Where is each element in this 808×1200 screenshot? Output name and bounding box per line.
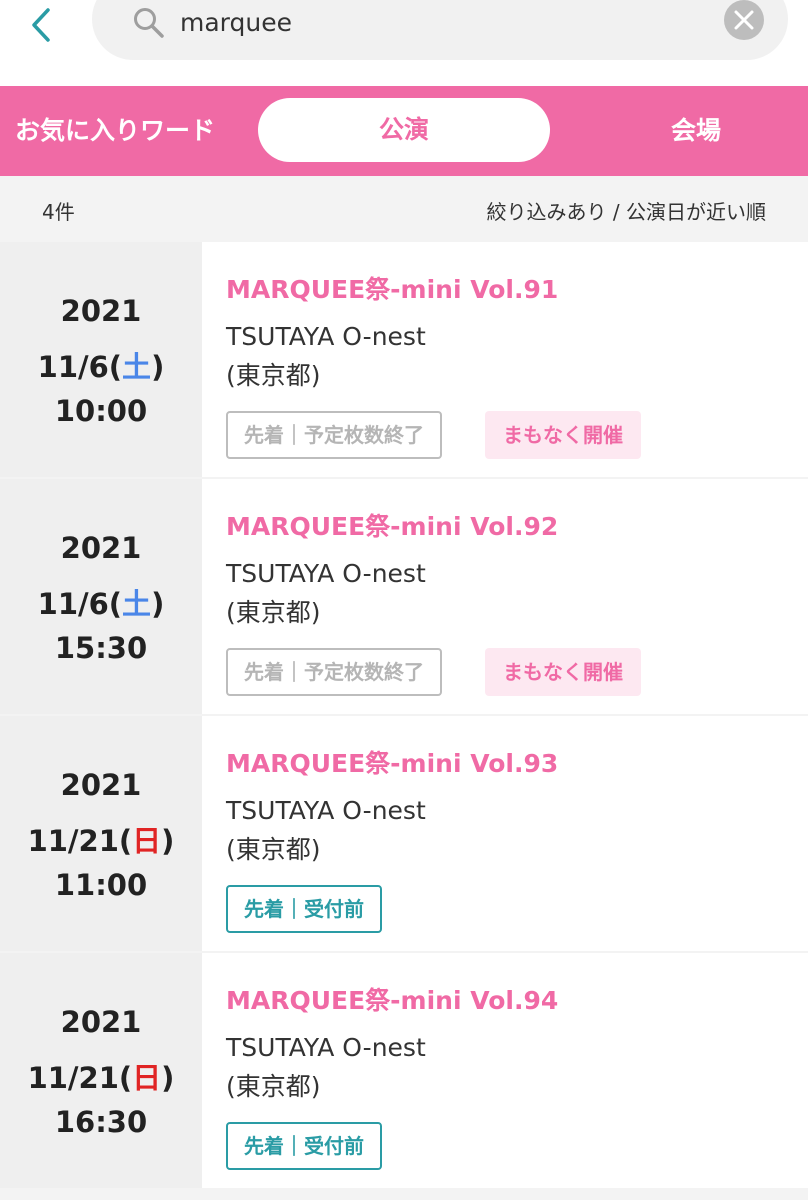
day-of-week-sunday: 日 <box>132 824 162 858</box>
event-date-suffix: ) <box>161 824 175 858</box>
chevron-left-icon <box>32 8 50 42</box>
day-of-week-saturday: 土 <box>122 587 152 621</box>
result-summary: 4件 絞り込みあり / 公演日が近い順 <box>0 176 808 242</box>
search-icon <box>134 8 164 38</box>
search-box[interactable] <box>92 0 788 60</box>
sale-status-badge: 先着｜予定枚数終了 <box>226 411 442 459</box>
event-day: 11/21(日) <box>0 1055 202 1097</box>
event-title[interactable]: MARQUEE祭-mini Vol.94 <box>226 981 558 1017</box>
event-day: 11/6(土) <box>0 581 202 623</box>
back-button[interactable] <box>22 2 62 46</box>
filter-sort-button[interactable]: 絞り込みあり / 公演日が近い順 <box>487 196 766 225</box>
event-list: 2021 11/6(土) 10:00 MARQUEE祭-mini Vol.91 … <box>0 242 808 1200</box>
event-title[interactable]: MARQUEE祭-mini Vol.91 <box>226 270 558 306</box>
event-row[interactable]: 2021 11/6(土) 15:30 MARQUEE祭-mini Vol.92 … <box>0 479 808 714</box>
event-date: 2021 11/21(日) 11:00 <box>0 716 202 951</box>
venue-prefecture: (東京都) <box>226 598 321 627</box>
event-day: 11/6(土) <box>0 344 202 386</box>
event-date: 2021 11/21(日) 16:30 <box>0 953 202 1188</box>
event-date: 2021 11/6(土) 15:30 <box>0 479 202 714</box>
venue-prefecture: (東京都) <box>226 835 321 864</box>
tab-bar: お気に入りワード 公演 会場 <box>0 86 808 176</box>
event-year: 2021 <box>60 531 142 565</box>
event-info: MARQUEE祭-mini Vol.91 TSUTAYA O-nest (東京都… <box>202 242 808 477</box>
event-day: 11/21(日) <box>0 818 202 860</box>
event-date: 2021 11/6(土) 10:00 <box>0 242 202 477</box>
event-time: 11:00 <box>54 868 148 902</box>
event-date-suffix: ) <box>161 1061 175 1095</box>
sale-status-badge: 先着｜受付前 <box>226 1122 382 1170</box>
event-date-suffix: ) <box>151 587 165 621</box>
venue-name: TSUTAYA O-nest <box>226 322 426 351</box>
venue-name: TSUTAYA O-nest <box>226 559 426 588</box>
search-header <box>0 0 808 86</box>
venue-prefecture: (東京都) <box>226 361 321 390</box>
event-date-suffix: ) <box>151 350 165 384</box>
venue-name: TSUTAYA O-nest <box>226 1033 426 1062</box>
event-info: MARQUEE祭-mini Vol.92 TSUTAYA O-nest (東京都… <box>202 479 808 714</box>
event-row[interactable]: 2021 11/6(土) 10:00 MARQUEE祭-mini Vol.91 … <box>0 242 808 477</box>
tab-venues[interactable]: 会場 <box>582 86 808 176</box>
event-row[interactable]: 2021 11/21(日) 11:00 MARQUEE祭-mini Vol.93… <box>0 716 808 951</box>
day-of-week-sunday: 日 <box>132 1061 162 1095</box>
tab-performances[interactable]: 公演 <box>258 98 550 162</box>
tab-favorite-words[interactable]: お気に入りワード <box>0 86 230 176</box>
event-year: 2021 <box>60 1005 142 1039</box>
sale-status-badge: 先着｜受付前 <box>226 885 382 933</box>
event-year: 2021 <box>60 768 142 802</box>
event-date-prefix: 11/6( <box>37 587 123 621</box>
coming-soon-badge: まもなく開催 <box>485 648 641 696</box>
event-time: 10:00 <box>54 394 148 428</box>
search-input[interactable] <box>180 2 700 42</box>
event-date-prefix: 11/21( <box>27 1061 133 1095</box>
event-info: MARQUEE祭-mini Vol.94 TSUTAYA O-nest (東京都… <box>202 953 808 1188</box>
event-row[interactable]: 2021 11/21(日) 16:30 MARQUEE祭-mini Vol.94… <box>0 953 808 1188</box>
event-time: 16:30 <box>54 1105 148 1139</box>
event-info: MARQUEE祭-mini Vol.93 TSUTAYA O-nest (東京都… <box>202 716 808 951</box>
coming-soon-badge: まもなく開催 <box>485 411 641 459</box>
venue-prefecture: (東京都) <box>226 1072 321 1101</box>
close-icon <box>734 10 754 30</box>
result-count: 4件 <box>42 200 75 224</box>
venue-name: TSUTAYA O-nest <box>226 796 426 825</box>
day-of-week-saturday: 土 <box>122 350 152 384</box>
event-title[interactable]: MARQUEE祭-mini Vol.93 <box>226 744 558 780</box>
event-time: 15:30 <box>54 631 148 665</box>
event-year: 2021 <box>60 294 142 328</box>
event-date-prefix: 11/21( <box>27 824 133 858</box>
clear-search-button[interactable] <box>724 0 764 40</box>
event-title[interactable]: MARQUEE祭-mini Vol.92 <box>226 507 558 543</box>
event-date-prefix: 11/6( <box>37 350 123 384</box>
sale-status-badge: 先着｜予定枚数終了 <box>226 648 442 696</box>
